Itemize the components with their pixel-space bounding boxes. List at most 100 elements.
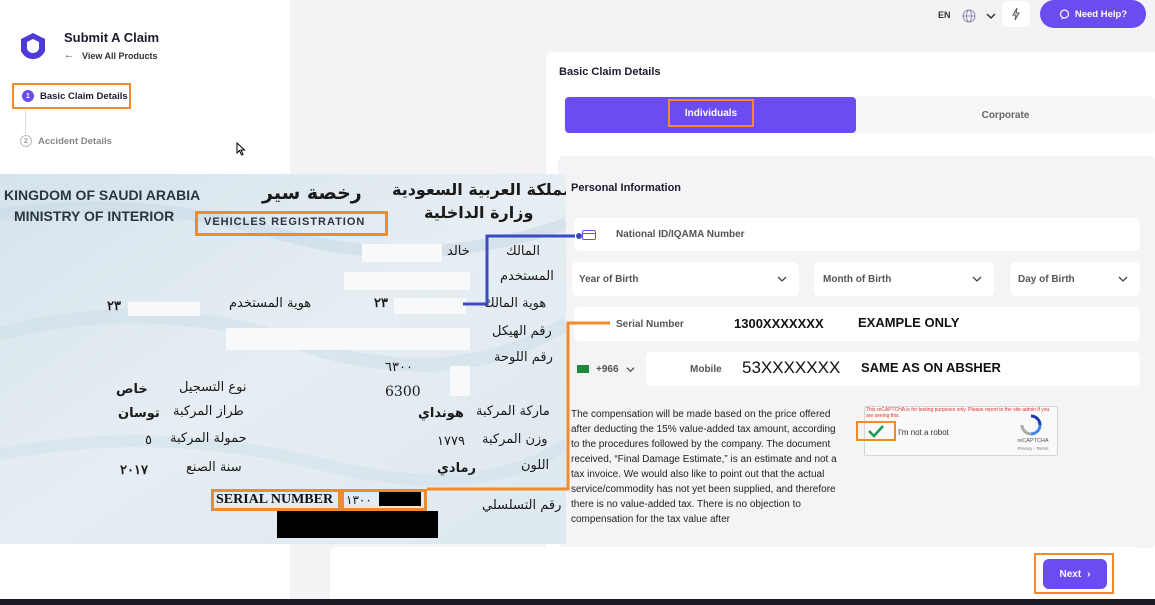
serial-example-note: EXAMPLE ONLY bbox=[858, 315, 960, 330]
day-of-birth-label: Day of Birth bbox=[1018, 273, 1075, 285]
serial-label-arabic: رقم التسلسلي bbox=[482, 498, 562, 513]
need-help-button[interactable]: Need Help? bbox=[1040, 0, 1146, 28]
back-link-label: View All Products bbox=[82, 50, 158, 61]
month-of-birth-select[interactable]: Month of Birth bbox=[814, 262, 994, 296]
redacted-chassis bbox=[226, 328, 470, 350]
redacted-serial bbox=[379, 492, 421, 506]
view-all-products-link[interactable]: ← View All Products bbox=[64, 50, 158, 61]
country-english: KINGDOM OF SAUDI ARABIA bbox=[4, 187, 201, 203]
step-number: 2 bbox=[20, 135, 32, 147]
year-of-birth-select[interactable]: Year of Birth bbox=[572, 262, 799, 296]
step-label: Basic Claim Details bbox=[40, 90, 128, 102]
logo bbox=[21, 33, 45, 59]
weight-label: وزن المركبة bbox=[482, 432, 548, 447]
owner-id-value: ٢٣ bbox=[374, 296, 388, 311]
step-label: Accident Details bbox=[38, 135, 112, 147]
owner-value: خالد bbox=[447, 244, 470, 259]
saudi-flag-icon bbox=[577, 365, 589, 373]
bottom-strip bbox=[0, 599, 1155, 605]
model-value: توسان bbox=[118, 406, 160, 421]
step-accident-details[interactable]: 2 Accident Details bbox=[20, 135, 112, 147]
page-title: Submit A Claim bbox=[64, 30, 160, 45]
year-of-birth-label: Year of Birth bbox=[579, 273, 639, 285]
recaptcha-terms[interactable]: Privacy - Terms bbox=[1013, 446, 1053, 451]
step-basic-claim-details[interactable]: 1 Basic Claim Details bbox=[12, 83, 131, 109]
step-number: 1 bbox=[22, 90, 34, 102]
id-card-icon bbox=[582, 230, 596, 240]
user-id-value: ٢٣ bbox=[107, 299, 121, 314]
weight-value: ١٧٧٩ bbox=[437, 434, 465, 449]
owner-label: المالك bbox=[506, 244, 540, 259]
country-code-select[interactable]: +966 bbox=[572, 352, 642, 386]
step-connector bbox=[25, 110, 26, 134]
chevron-down-icon[interactable] bbox=[985, 10, 997, 22]
recaptcha-brand: reCAPTCHA bbox=[1017, 438, 1049, 444]
mouse-cursor-icon bbox=[236, 142, 246, 156]
make-value: هونداي bbox=[418, 406, 464, 421]
chevron-down-icon bbox=[777, 276, 787, 282]
serial-label-english: SERIAL NUMBER bbox=[216, 492, 334, 507]
need-help-label: Need Help? bbox=[1074, 8, 1128, 20]
form-footer bbox=[330, 547, 1142, 605]
color-label: اللون bbox=[521, 458, 550, 473]
quick-action-button[interactable] bbox=[1002, 1, 1030, 27]
chassis-label: رقم الهيكل bbox=[492, 324, 552, 339]
serial-value-arabic: ١٣٠٠ bbox=[346, 493, 372, 507]
mobile-example-value: 53XXXXXXX bbox=[742, 358, 841, 377]
tab-individuals-label[interactable]: Individuals bbox=[668, 99, 754, 127]
chat-icon bbox=[1059, 8, 1069, 19]
national-id-input[interactable]: National ID/IQAMA Number bbox=[574, 218, 1140, 251]
checkmark-icon bbox=[868, 425, 884, 438]
redacted-plate bbox=[450, 366, 470, 396]
user-id-label: هوية المستخدم bbox=[229, 296, 312, 311]
owner-id-label: هوية المالك bbox=[484, 296, 547, 311]
mobile-example-note: SAME AS ON ABSHER bbox=[861, 360, 1001, 375]
arrow-left-icon: ← bbox=[64, 50, 74, 61]
color-value: رمادي bbox=[437, 461, 476, 476]
vehicle-registration-image: KINGDOM OF SAUDI ARABIA MINISTRY OF INTE… bbox=[0, 174, 566, 544]
doc-type-english: VEHICLES REGISTRATION bbox=[204, 216, 366, 228]
country-code-value: +966 bbox=[596, 363, 619, 375]
plate-label: رقم اللوحة bbox=[494, 350, 553, 365]
user-label: المستخدم bbox=[500, 269, 554, 284]
tab-corporate[interactable]: Corporate bbox=[856, 97, 1155, 133]
compensation-notice: The compensation will be made based on t… bbox=[571, 409, 837, 525]
model-label: طراز المركبة bbox=[173, 404, 244, 419]
capacity-label: حمولة المركبة bbox=[170, 431, 247, 446]
next-button[interactable]: Next › bbox=[1043, 559, 1107, 589]
month-of-birth-label: Month of Birth bbox=[823, 273, 892, 285]
day-of-birth-select[interactable]: Day of Birth bbox=[1010, 262, 1140, 296]
bolt-icon bbox=[1012, 7, 1020, 21]
country-arabic: المملكة العربية السعودية bbox=[392, 180, 566, 199]
year-value: ٢٠١٧ bbox=[120, 463, 148, 478]
year-label: سنة الصنع bbox=[186, 460, 242, 475]
redacted-serial-barcode bbox=[277, 511, 438, 538]
chevron-down-icon bbox=[1118, 276, 1128, 282]
recaptcha-checkbox[interactable] bbox=[856, 421, 896, 441]
section-title: Personal Information bbox=[571, 182, 682, 194]
serial-example-value: 1300XXXXXXX bbox=[734, 316, 824, 331]
language-selector[interactable]: EN bbox=[938, 10, 951, 20]
chevron-down-icon bbox=[626, 366, 635, 372]
capacity-value: ٥ bbox=[145, 433, 152, 448]
next-label: Next bbox=[1059, 568, 1082, 580]
redacted-owner-id bbox=[394, 298, 466, 314]
redacted-owner bbox=[362, 244, 442, 262]
globe-icon[interactable] bbox=[962, 9, 976, 23]
ministry-arabic: وزارة الداخلية bbox=[424, 203, 534, 222]
redacted-user-id bbox=[128, 302, 200, 316]
registration-type-label: نوع التسجيل bbox=[179, 380, 247, 395]
recaptcha-logo-icon bbox=[1020, 414, 1042, 436]
registration-type-value: خاص bbox=[116, 382, 148, 397]
recaptcha-label: I'm not a robot bbox=[898, 428, 949, 437]
redacted-user bbox=[344, 272, 470, 290]
make-label: ماركة المركبة bbox=[476, 404, 550, 419]
chevron-right-icon: › bbox=[1087, 568, 1091, 580]
form-title: Basic Claim Details bbox=[559, 66, 661, 78]
serial-number-input[interactable]: Serial Number bbox=[574, 307, 1140, 341]
plate-value-arabic: ٦٣٠٠ bbox=[385, 360, 413, 375]
ministry-english: MINISTRY OF INTERIOR bbox=[14, 208, 175, 224]
doc-type-arabic: رخصة سير bbox=[262, 182, 362, 204]
chevron-down-icon bbox=[972, 276, 982, 282]
plate-value: 6300 bbox=[385, 384, 421, 400]
